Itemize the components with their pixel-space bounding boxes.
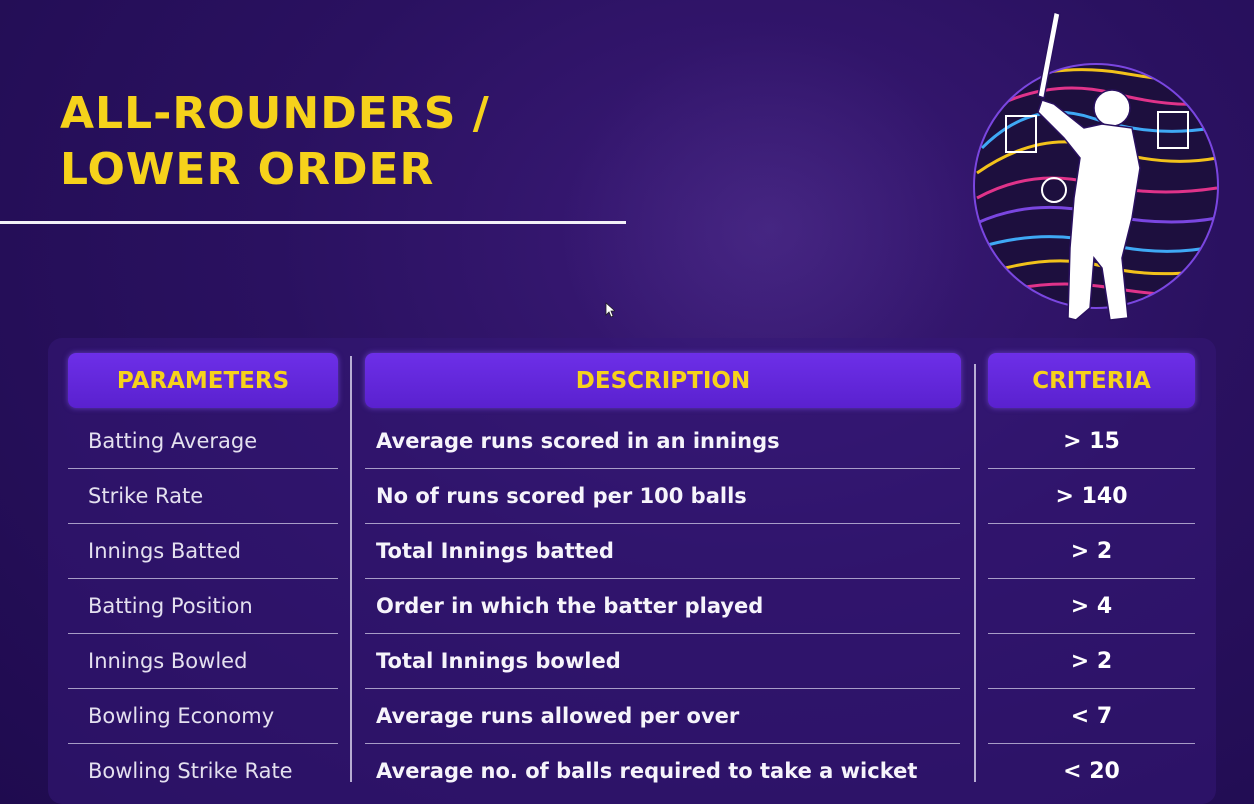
row-separator bbox=[988, 633, 1195, 634]
cricket-batsman-logo-icon bbox=[973, 11, 1219, 321]
criteria-cell: < 7 bbox=[1070, 703, 1113, 729]
parameter-cell: Batting Position bbox=[88, 594, 253, 618]
row-separator bbox=[365, 578, 960, 579]
row-separator bbox=[365, 468, 960, 469]
row-separator bbox=[988, 743, 1195, 744]
parameter-cell: Innings Batted bbox=[88, 539, 241, 563]
description-cell: Average runs allowed per over bbox=[376, 704, 740, 728]
row-separator bbox=[365, 523, 960, 524]
criteria-cell: > 2 bbox=[1070, 648, 1113, 674]
parameter-cell: Innings Bowled bbox=[88, 649, 248, 673]
column-divider bbox=[350, 356, 352, 782]
description-cell: Order in which the batter played bbox=[376, 594, 764, 618]
parameter-cell: Bowling Strike Rate bbox=[88, 759, 293, 783]
header-parameters: PARAMETERS bbox=[68, 353, 338, 408]
criteria-cell: > 15 bbox=[1063, 428, 1120, 454]
row-separator bbox=[68, 688, 338, 689]
title-line-2: LOWER ORDER bbox=[60, 144, 435, 195]
header-description: DESCRIPTION bbox=[365, 353, 961, 408]
criteria-cell: > 4 bbox=[1070, 593, 1113, 619]
row-separator bbox=[988, 688, 1195, 689]
parameter-cell: Strike Rate bbox=[88, 484, 204, 508]
description-cell: Total Innings bowled bbox=[376, 649, 621, 673]
header-criteria: CRITERIA bbox=[988, 353, 1195, 408]
row-separator bbox=[68, 578, 338, 579]
slide-title: ALL-ROUNDERS / LOWER ORDER bbox=[60, 86, 490, 198]
description-cell: No of runs scored per 100 balls bbox=[376, 484, 747, 508]
row-separator bbox=[365, 688, 960, 689]
row-separator bbox=[68, 743, 338, 744]
row-separator bbox=[988, 523, 1195, 524]
parameter-cell: Bowling Economy bbox=[88, 704, 275, 728]
criteria-cell: > 2 bbox=[1070, 538, 1113, 564]
description-cell: Total Innings batted bbox=[376, 539, 614, 563]
mouse-pointer-icon bbox=[605, 302, 615, 318]
row-separator bbox=[68, 523, 338, 524]
title-underline bbox=[0, 221, 626, 224]
description-cell: Average runs scored in an innings bbox=[376, 429, 780, 453]
row-separator bbox=[988, 468, 1195, 469]
parameter-cell: Batting Average bbox=[88, 429, 258, 453]
row-separator bbox=[68, 468, 338, 469]
criteria-cell: < 20 bbox=[1063, 758, 1120, 784]
title-line-1: ALL-ROUNDERS / bbox=[60, 88, 490, 139]
description-cell: Average no. of balls required to take a … bbox=[376, 759, 918, 783]
row-separator bbox=[68, 633, 338, 634]
row-separator bbox=[988, 578, 1195, 579]
row-separator bbox=[365, 743, 960, 744]
row-separator bbox=[365, 633, 960, 634]
criteria-cell: > 140 bbox=[1055, 483, 1128, 509]
background-silhouette bbox=[560, 30, 980, 360]
column-divider bbox=[974, 364, 976, 782]
